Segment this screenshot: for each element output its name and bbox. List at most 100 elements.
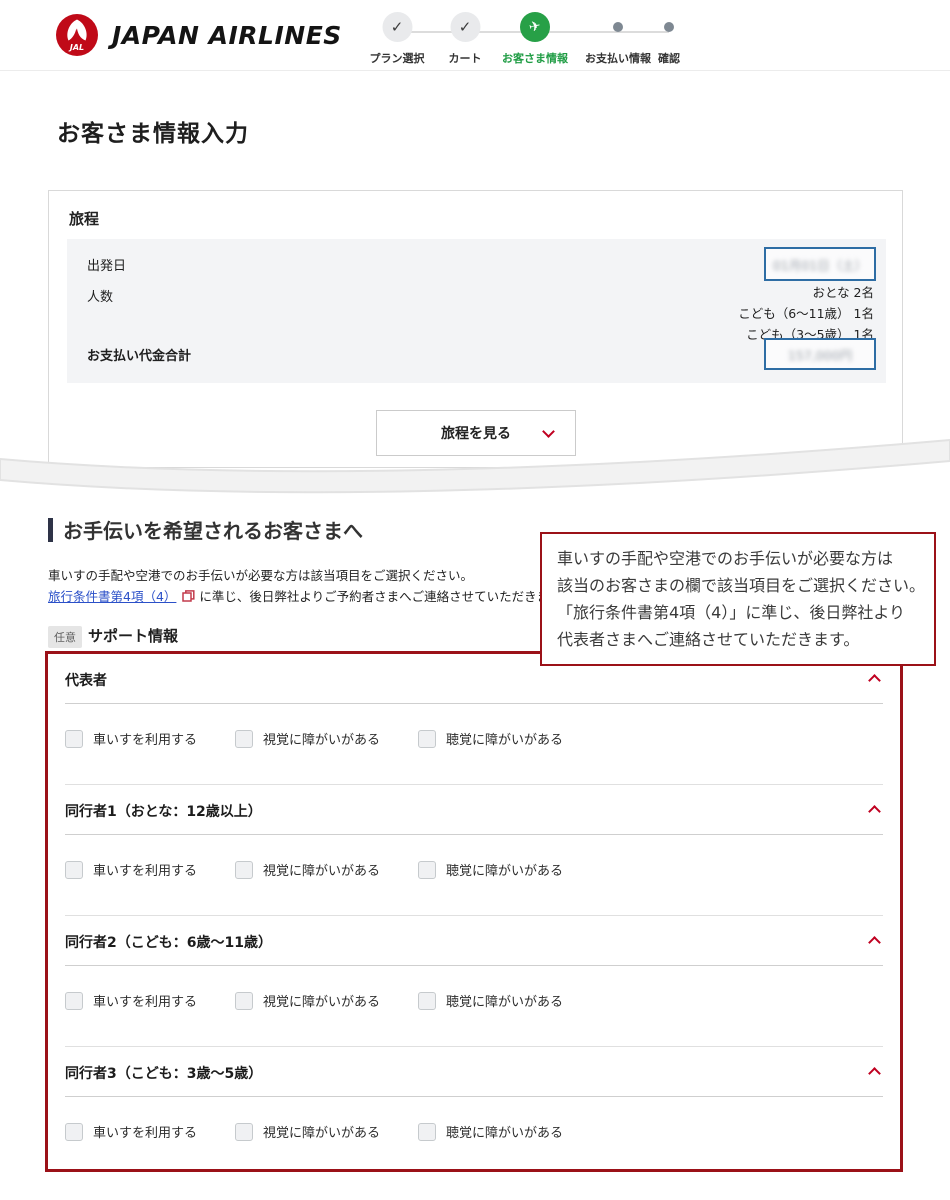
support-section-1: 代表者車いすを利用する 視覚に障がいがある 聴覚に障がいがある xyxy=(65,654,883,785)
support-option: 車いすを利用する xyxy=(65,729,197,748)
departure-date-value: 01月01日（土） xyxy=(773,255,867,274)
section-title: 同行者1（おとな：12歳以上） xyxy=(65,801,262,821)
departure-date-label: 出発日 xyxy=(87,255,126,274)
jal-booking-page: JAL JAPAN AIRLINES ✓プラン選択✓カート✈お客さま情報お支払い… xyxy=(0,0,950,1200)
chevron-up-icon[interactable] xyxy=(868,1067,881,1080)
view-itinerary-button[interactable]: 旅程を見る xyxy=(376,410,576,456)
itinerary-heading: 旅程 xyxy=(69,208,99,229)
stepper: ✓ プラン選択 ✓カート ✈ お客さま情報 お支払い情報確認 xyxy=(372,8,702,66)
step-3[interactable]: ✈ お客さま情報 xyxy=(502,8,568,66)
jal-logo[interactable]: JAL JAPAN AIRLINES xyxy=(55,13,342,57)
total-label: お支払い代金合計 xyxy=(87,345,191,364)
checkbox-label: 視覚に障がいがある xyxy=(263,729,380,748)
support-option: 聴覚に障がいがある xyxy=(418,991,563,1010)
support-option: 視覚に障がいがある xyxy=(235,729,380,748)
external-link-icon xyxy=(182,590,195,602)
itinerary-panel: 出発日 01月01日（土） 人数 おとな 2名こども（6〜11歳） 1名こども（… xyxy=(67,239,886,383)
people-values: おとな 2名こども（6〜11歳） 1名こども（3〜5歳） 1名 xyxy=(738,282,874,345)
total-value-box: 157,000円 xyxy=(764,338,876,370)
support-section-3: 同行者2（こども：6歳〜11歳） 車いすを利用する 視覚に障がいがある 聴覚に障がいが… xyxy=(65,916,883,1047)
step-label: お客さま情報 xyxy=(502,50,568,66)
checkbox-label: 車いすを利用する xyxy=(93,860,197,879)
step-1[interactable]: ✓ プラン選択 xyxy=(370,8,425,66)
options-row: 車いすを利用する 視覚に障がいがある 聴覚に障がいがある xyxy=(65,991,883,1010)
departure-date-value-box: 01月01日（土） xyxy=(764,247,876,281)
header: JAL JAPAN AIRLINES ✓ プラン選択 ✓カート ✈ お客さま情報 お支払い… xyxy=(0,0,950,71)
section-divider xyxy=(65,703,883,704)
chevron-down-icon xyxy=(542,425,555,438)
checkbox[interactable] xyxy=(235,861,253,879)
step-2[interactable]: ✓カート xyxy=(449,8,482,66)
page-title: お客さま情報入力 xyxy=(57,114,249,148)
step-dot xyxy=(658,8,680,46)
step-4: お支払い情報 xyxy=(585,8,651,66)
assist-desc-line1: 車いすの手配や空港でのお手伝いが必要な方は該当項目をご選択ください。 xyxy=(48,565,573,586)
support-option: 視覚に障がいがある xyxy=(235,860,380,879)
checkbox-label: 車いすを利用する xyxy=(93,729,197,748)
assist-desc-line2-text: に準じ、後日弊社よりご予約者さまへご連絡させていただきます。 xyxy=(199,589,573,604)
total-value: 157,000円 xyxy=(788,345,852,364)
checkbox[interactable] xyxy=(418,861,436,879)
checkbox[interactable] xyxy=(65,730,83,748)
support-info-label: サポート情報 xyxy=(88,625,178,646)
support-option: 車いすを利用する xyxy=(65,860,197,879)
jal-crane-icon: JAL xyxy=(55,13,99,57)
chevron-up-icon[interactable] xyxy=(868,805,881,818)
chevron-up-icon[interactable] xyxy=(868,674,881,687)
support-section-2: 同行者1（おとな：12歳以上） 車いすを利用する 視覚に障がいがある 聴覚に障がいがあ… xyxy=(65,785,883,916)
checkbox-label: 視覚に障がいがある xyxy=(263,860,380,879)
support-option: 視覚に障がいがある xyxy=(235,991,380,1010)
optional-badge: 任意 xyxy=(48,626,82,648)
checkbox-label: 視覚に障がいがある xyxy=(263,991,380,1010)
checkbox[interactable] xyxy=(65,992,83,1010)
brand-wordmark: JAPAN AIRLINES xyxy=(112,21,342,50)
checkbox[interactable] xyxy=(65,1123,83,1141)
travel-conditions-link[interactable]: 旅行条件書第4項（4） xyxy=(48,589,176,604)
annotation-line: 該当のお客さまの欄で該当項目をご選択ください。 xyxy=(557,572,919,599)
support-option: 車いすを利用する xyxy=(65,1122,197,1141)
checkbox[interactable] xyxy=(235,1123,253,1141)
checkbox[interactable] xyxy=(235,730,253,748)
checkbox-label: 聴覚に障がいがある xyxy=(446,991,563,1010)
support-option: 聴覚に障がいがある xyxy=(418,1122,563,1141)
support-option: 車いすを利用する xyxy=(65,991,197,1010)
checkbox-label: 聴覚に障がいがある xyxy=(446,1122,563,1141)
section-title: 同行者2（こども：6歳〜11歳） xyxy=(65,932,272,952)
view-itinerary-label: 旅程を見る xyxy=(441,423,511,443)
plane-icon: ✈ xyxy=(502,8,568,46)
section-divider xyxy=(65,834,883,835)
itinerary-card: 旅程 出発日 01月01日（土） 人数 おとな 2名こども（6〜11歳） 1名こ… xyxy=(48,190,903,468)
support-option: 視覚に障がいがある xyxy=(235,1122,380,1141)
checkbox-label: 車いすを利用する xyxy=(93,991,197,1010)
annotation-line: 代表者さまへご連絡させていただきます。 xyxy=(557,626,919,653)
options-row: 車いすを利用する 視覚に障がいがある 聴覚に障がいがある xyxy=(65,1122,883,1141)
support-form-highlight-rect: 代表者車いすを利用する視覚に障がいがある聴覚に障がいがある同行者1（おとな：12… xyxy=(45,651,903,1172)
check-icon: ✓ xyxy=(370,8,425,46)
options-row: 車いすを利用する 視覚に障がいがある 聴覚に障がいがある xyxy=(65,860,883,879)
chevron-up-icon[interactable] xyxy=(868,936,881,949)
section-accent-bar xyxy=(48,518,53,542)
step-label: プラン選択 xyxy=(370,50,425,66)
assist-description: 車いすの手配や空港でのお手伝いが必要な方は該当項目をご選択ください。 旅行条件書… xyxy=(48,565,573,607)
people-value: おとな 2名 xyxy=(738,282,874,303)
checkbox[interactable] xyxy=(235,992,253,1010)
section-title: 同行者3（こども：3歳〜5歳） xyxy=(65,1063,262,1083)
checkbox-label: 聴覚に障がいがある xyxy=(446,729,563,748)
checkbox[interactable] xyxy=(418,992,436,1010)
checkbox-label: 聴覚に障がいがある xyxy=(446,860,563,879)
annotation-line: 「旅行条件書第4項（4）」に準じ、後日弊社より xyxy=(557,599,919,626)
assist-section-title: お手伝いを希望されるお客さまへ xyxy=(63,515,363,544)
people-value: こども（6〜11歳） 1名 xyxy=(738,303,874,324)
support-sections: 代表者車いすを利用する視覚に障がいがある聴覚に障がいがある同行者1（おとな：12… xyxy=(65,654,883,1172)
check-icon: ✓ xyxy=(449,8,482,46)
annotation-line: 車いすの手配や空港でのお手伝いが必要な方は xyxy=(557,545,919,572)
options-row: 車いすを利用する 視覚に障がいがある 聴覚に障がいがある xyxy=(65,729,883,748)
checkbox[interactable] xyxy=(418,730,436,748)
step-dot xyxy=(585,8,651,46)
section-title: 代表者 xyxy=(65,670,107,690)
checkbox[interactable] xyxy=(65,861,83,879)
checkbox[interactable] xyxy=(418,1123,436,1141)
step-5: 確認 xyxy=(658,8,680,66)
section-divider xyxy=(65,965,883,966)
step-label: お支払い情報 xyxy=(585,50,651,66)
